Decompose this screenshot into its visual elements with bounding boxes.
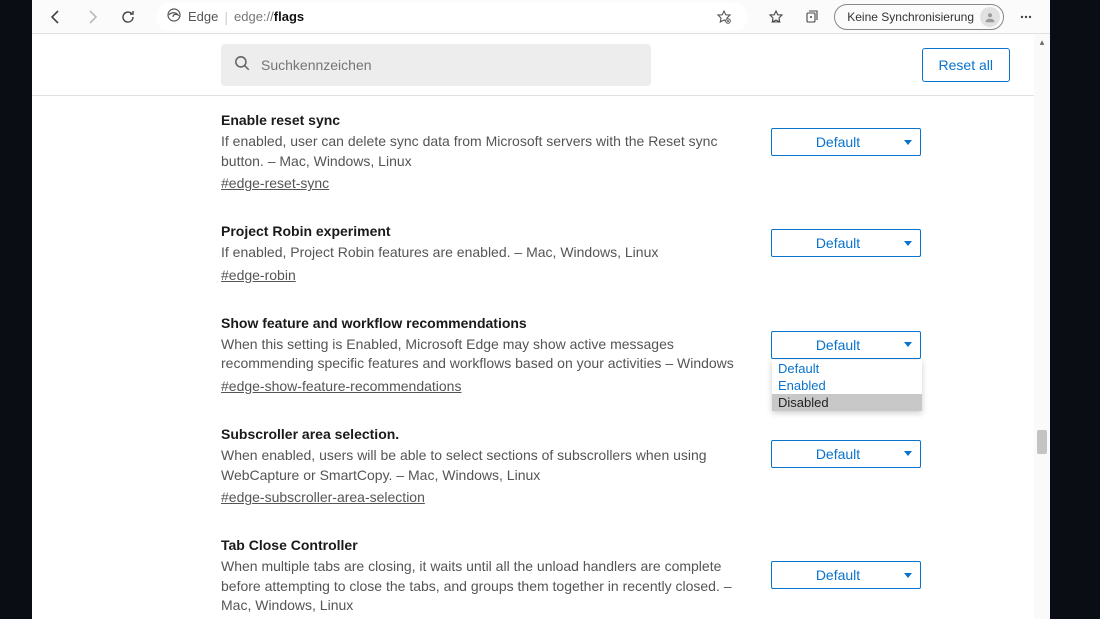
flag-row: Tab Close Controller When multiple tabs …: [221, 521, 1010, 619]
flag-select[interactable]: Default: [771, 561, 921, 589]
edge-logo-icon: [166, 7, 182, 26]
flags-content: Enable reset sync If enabled, user can d…: [32, 96, 1050, 619]
flag-row: Subscroller area selection. When enabled…: [221, 410, 1010, 521]
reset-all-button[interactable]: Reset all: [922, 48, 1010, 82]
select-value: Default: [772, 337, 904, 353]
addr-url: edge://flags: [234, 9, 304, 24]
select-value: Default: [772, 134, 904, 150]
chevron-down-icon: [904, 573, 912, 578]
flag-select[interactable]: Default: [771, 128, 921, 156]
flag-select[interactable]: Default: [771, 229, 921, 257]
dropdown-option[interactable]: Enabled: [772, 377, 922, 394]
flag-row: Project Robin experiment If enabled, Pro…: [221, 207, 1010, 299]
dropdown-option[interactable]: Disabled: [772, 394, 922, 411]
flag-text: Tab Close Controller When multiple tabs …: [221, 537, 751, 619]
browser-window: Edge | edge://flags Keine Synchronisieru…: [32, 0, 1050, 619]
flag-anchor-link[interactable]: #edge-show-feature-recommendations: [221, 378, 461, 394]
scroll-thumb[interactable]: [1037, 430, 1047, 454]
vertical-scrollbar[interactable]: ▴: [1034, 34, 1050, 619]
select-value: Default: [772, 235, 904, 251]
flag-text: Project Robin experiment If enabled, Pro…: [221, 223, 751, 283]
more-button[interactable]: [1012, 3, 1040, 31]
flag-select[interactable]: Default Default Enabled Disabled: [771, 331, 921, 359]
flag-desc: When multiple tabs are closing, it waits…: [221, 557, 751, 616]
flag-row: Show feature and workflow recommendation…: [221, 299, 1010, 410]
select-value: Default: [772, 446, 904, 462]
profile-sync-chip[interactable]: Keine Synchronisierung: [834, 4, 1004, 30]
browser-toolbar: Edge | edge://flags Keine Synchronisieru…: [32, 0, 1050, 34]
flag-desc: If enabled, user can delete sync data fr…: [221, 132, 751, 171]
flag-desc: When this setting is Enabled, Microsoft …: [221, 335, 751, 374]
search-box[interactable]: [221, 44, 651, 86]
search-icon: [233, 54, 251, 75]
flag-text: Subscroller area selection. When enabled…: [221, 426, 751, 505]
flag-desc: When enabled, users will be able to sele…: [221, 446, 751, 485]
address-bar[interactable]: Edge | edge://flags: [156, 3, 748, 31]
flag-select[interactable]: Default: [771, 440, 921, 468]
sync-label: Keine Synchronisierung: [847, 10, 974, 24]
select-value: Default: [772, 567, 904, 583]
flag-title: Enable reset sync: [221, 112, 751, 128]
chevron-down-icon: [904, 451, 912, 456]
collections-button[interactable]: [798, 3, 826, 31]
flag-anchor-link[interactable]: #edge-subscroller-area-selection: [221, 489, 425, 505]
forward-button: [78, 3, 106, 31]
back-button[interactable]: [42, 3, 70, 31]
addr-browser-label: Edge: [188, 9, 218, 24]
reload-button[interactable]: [114, 3, 142, 31]
flag-title: Show feature and workflow recommendation…: [221, 315, 751, 331]
flag-anchor-link[interactable]: #edge-reset-sync: [221, 175, 329, 191]
flags-header: Reset all: [32, 34, 1050, 96]
dropdown-option[interactable]: Default: [772, 360, 922, 377]
add-favorite-button[interactable]: [710, 3, 738, 31]
flag-text: Enable reset sync If enabled, user can d…: [221, 112, 751, 191]
flag-title: Subscroller area selection.: [221, 426, 751, 442]
flag-text: Show feature and workflow recommendation…: [221, 315, 751, 394]
chevron-down-icon: [904, 140, 912, 145]
search-input[interactable]: [261, 57, 639, 73]
profile-avatar-icon: [980, 7, 1000, 27]
addr-separator: |: [224, 9, 228, 25]
flag-anchor-link[interactable]: #edge-robin: [221, 267, 296, 283]
flag-title: Tab Close Controller: [221, 537, 751, 553]
flag-desc: If enabled, Project Robin features are e…: [221, 243, 751, 263]
chevron-down-icon: [904, 241, 912, 246]
flag-title: Project Robin experiment: [221, 223, 751, 239]
flag-select-dropdown: Default Enabled Disabled: [772, 360, 922, 411]
chevron-down-icon: [904, 342, 912, 347]
flag-row: Enable reset sync If enabled, user can d…: [221, 96, 1010, 207]
favorites-button[interactable]: [762, 3, 790, 31]
scroll-up-button[interactable]: ▴: [1034, 34, 1050, 50]
